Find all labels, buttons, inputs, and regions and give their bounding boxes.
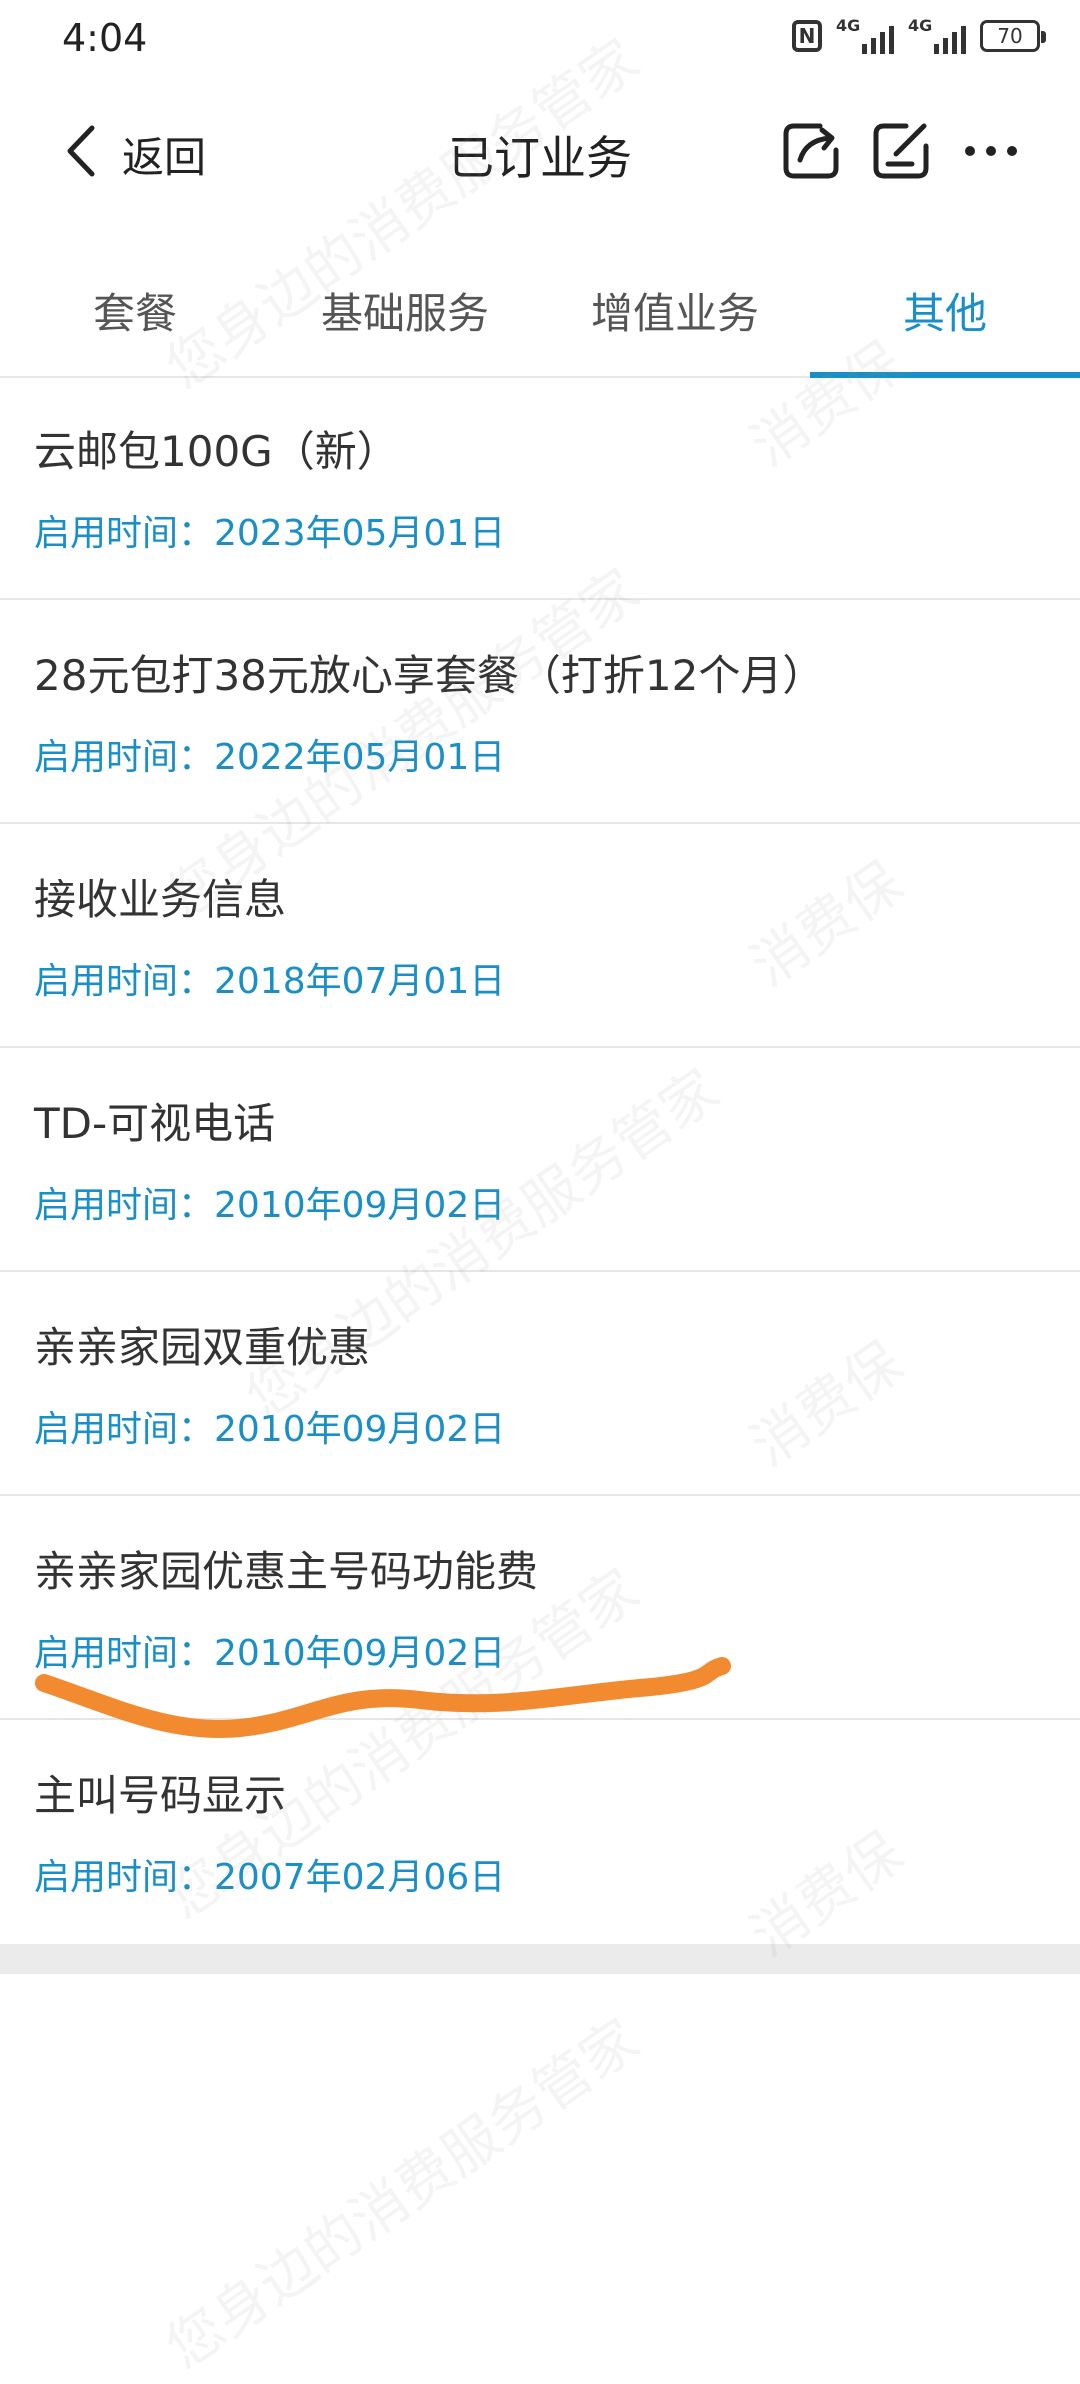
list-item[interactable]: 亲亲家园双重优惠 启用时间：2010年09月02日 (0, 1272, 1080, 1496)
battery-level: 70 (997, 24, 1023, 48)
item-date: 启用时间：2010年09月02日 (34, 1185, 506, 1226)
watermark-text: 您身边的消费服务管家 (154, 2007, 651, 2382)
list-item[interactable]: TD-可视电话 启用时间：2010年09月02日 (0, 1048, 1080, 1272)
category-tabs: 套餐 基础服务 增值业务 其他 (0, 250, 1080, 378)
item-name: 云邮包100G（新） (34, 427, 399, 476)
list-item[interactable]: 28元包打38元放心享套餐（打折12个月） 启用时间：2022年05月01日 (0, 600, 1080, 824)
tab-package[interactable]: 套餐 (0, 280, 270, 341)
status-icons: N 4G 4G 70 (792, 18, 1046, 54)
item-name: 28元包打38元放心享套餐（打折12个月） (34, 651, 825, 700)
item-date: 启用时间：2010年09月02日 (34, 1409, 506, 1450)
item-name: 主叫号码显示 (34, 1771, 287, 1820)
item-name: 亲亲家园双重优惠 (34, 1323, 371, 1372)
battery-icon: 70 (980, 20, 1046, 52)
app-header: 返回 已订业务 (0, 80, 1080, 220)
list-item[interactable]: 主叫号码显示 启用时间：2007年02月06日 (0, 1720, 1080, 1944)
nfc-icon: N (792, 20, 822, 52)
item-name: 亲亲家园优惠主号码功能费 (34, 1547, 539, 1596)
item-date: 启用时间：2023年05月01日 (34, 513, 506, 554)
share-icon[interactable] (776, 116, 846, 186)
item-name: 接收业务信息 (34, 875, 287, 924)
list-item[interactable]: 亲亲家园优惠主号码功能费 启用时间：2010年09月02日 (0, 1496, 1080, 1720)
item-date: 启用时间：2010年09月02日 (34, 1633, 506, 1674)
item-name: TD-可视电话 (34, 1099, 276, 1148)
list-item[interactable]: 云邮包100G（新） 启用时间：2023年05月01日 (0, 376, 1080, 600)
subscription-list: 云邮包100G（新） 启用时间：2023年05月01日 28元包打38元放心享套… (0, 376, 1080, 1944)
tab-value-added[interactable]: 增值业务 (540, 280, 810, 341)
status-time: 4:04 (62, 16, 148, 60)
more-options-icon[interactable] (956, 116, 1026, 186)
tab-basic-services[interactable]: 基础服务 (270, 280, 540, 341)
status-bar: 4:04 N 4G 4G 70 (0, 0, 1080, 80)
tab-other[interactable]: 其他 (810, 280, 1080, 341)
edit-note-icon[interactable] (866, 116, 936, 186)
signal-icon: 4G (836, 18, 894, 54)
item-date: 启用时间：2018年07月01日 (34, 961, 506, 1002)
item-date: 启用时间：2022年05月01日 (34, 737, 506, 778)
signal-icon-2: 4G (908, 18, 966, 54)
list-footer-divider (0, 1944, 1080, 1974)
item-date: 启用时间：2007年02月06日 (34, 1857, 506, 1898)
list-item[interactable]: 接收业务信息 启用时间：2018年07月01日 (0, 824, 1080, 1048)
